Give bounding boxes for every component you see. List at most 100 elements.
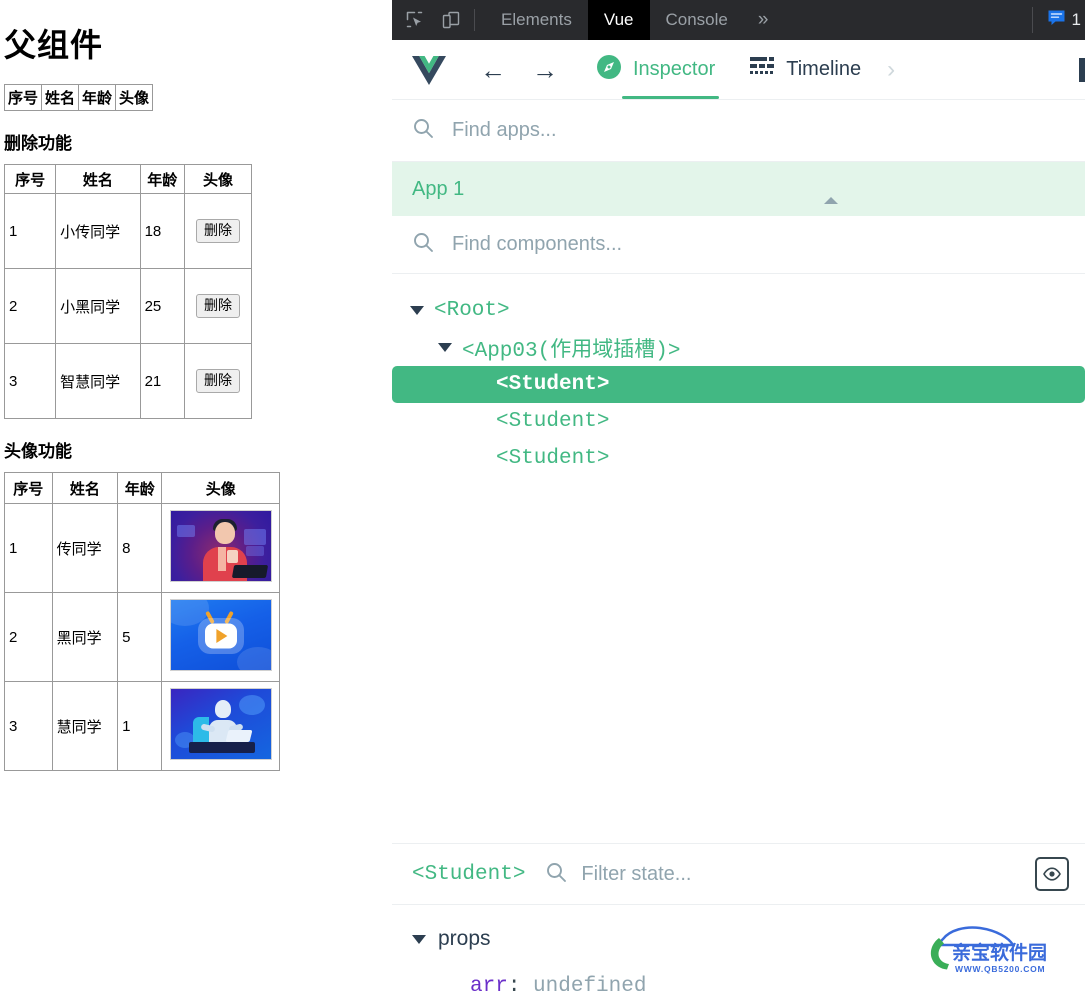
- web-page-pane: 父组件 序号 姓名 年龄 头像 删除功能 序号 姓名 年龄 头像 1 小传同学 …: [0, 0, 392, 998]
- delete-feature-table: 序号 姓名 年龄 头像 1 小传同学 18 删除 2 小黑同学 25 删除 3 …: [3, 164, 253, 419]
- delete-section-heading: 删除功能: [4, 134, 72, 153]
- avatar-feature-table: 序号 姓名 年龄 头像 1 传同学 8 2 黑同学 5 3 慧同学 1: [4, 472, 280, 771]
- avatar-image-robot-laptop: [169, 688, 272, 760]
- vue-devtools-panel: ← → Inspector Timeline › Find apps... Ap…: [392, 40, 1085, 998]
- chevron-up-icon[interactable]: [824, 197, 838, 204]
- component-search-row: [392, 216, 1085, 274]
- tab-timeline-label: Timeline: [786, 58, 862, 80]
- filter-state-input[interactable]: [579, 861, 884, 887]
- tab-vue[interactable]: Vue: [587, 0, 650, 40]
- cell-name: 黑同学: [51, 592, 119, 682]
- cell-index: 1: [4, 503, 53, 593]
- vue-tab-list: Inspector Timeline: [596, 41, 861, 99]
- caret-down-icon[interactable]: [412, 934, 426, 944]
- cell-age: 21: [139, 343, 185, 419]
- cell-age: 5: [117, 592, 163, 682]
- cell-avatar: [161, 592, 280, 682]
- tree-node-app03[interactable]: <App03(作用域插槽)>: [392, 329, 1085, 366]
- column-header-avatar: 头像: [161, 472, 280, 504]
- toolbar-edge-marker: [1079, 58, 1085, 82]
- cell-age: 1: [117, 681, 163, 771]
- screenshot-root: 父组件 序号 姓名 年龄 头像 删除功能 序号 姓名 年龄 头像 1 小传同学 …: [0, 0, 1085, 998]
- tab-timeline[interactable]: Timeline: [749, 41, 861, 99]
- tree-node-label: <App03(作用域插槽)>: [462, 339, 681, 363]
- tree-node-student[interactable]: <Student>: [392, 403, 1085, 440]
- message-count: 1: [1071, 10, 1081, 29]
- tab-console[interactable]: Console: [650, 0, 744, 40]
- cell-avatar: [161, 503, 280, 593]
- message-icon: [1047, 8, 1066, 32]
- vue-logo: [410, 54, 448, 86]
- selected-app-label: App 1: [412, 177, 465, 200]
- message-indicator[interactable]: 1: [1031, 7, 1081, 33]
- component-search-input[interactable]: [450, 232, 993, 257]
- column-header-age: 年龄: [139, 164, 185, 194]
- table-row: 2 黑同学 5: [4, 592, 280, 682]
- page-title: 父组件: [4, 27, 104, 63]
- column-header-name: 姓名: [55, 164, 141, 194]
- delete-button[interactable]: 删除: [195, 219, 240, 243]
- column-header-name: 姓名: [51, 472, 119, 504]
- cell-avatar: [161, 681, 280, 771]
- cell-name: 小传同学: [55, 193, 141, 269]
- column-header-avatar: 头像: [115, 84, 154, 111]
- devtools-tool-icons: [392, 0, 470, 40]
- delete-button[interactable]: 删除: [195, 369, 240, 393]
- devtools-topbar: Elements Vue Console » 1: [392, 0, 1085, 40]
- tree-node-student-selected[interactable]: <Student>: [392, 366, 1085, 403]
- eye-icon[interactable]: [1035, 857, 1069, 891]
- caret-down-icon[interactable]: [438, 343, 452, 352]
- delete-button[interactable]: 删除: [195, 294, 240, 318]
- component-tree: <Root> <App03(作用域插槽)> <Student> <Student…: [392, 274, 1085, 843]
- device-toolbar-icon[interactable]: [438, 7, 464, 33]
- tab-inspector-label: Inspector: [633, 58, 716, 80]
- cell-name: 小黑同学: [55, 268, 141, 344]
- state-group-props[interactable]: props: [412, 927, 1085, 951]
- avatar-image-person-red-shirt: [169, 510, 272, 582]
- tab-inspector[interactable]: Inspector: [596, 41, 720, 99]
- more-tabs-icon[interactable]: »: [744, 0, 783, 40]
- state-component-name: <Student>: [412, 862, 526, 886]
- tree-node-label: <Student>: [496, 410, 610, 433]
- cell-index: 2: [3, 268, 57, 344]
- search-icon: [412, 231, 434, 258]
- back-arrow-icon[interactable]: ←: [480, 57, 506, 83]
- cell-action: 删除: [183, 343, 253, 419]
- app-search-input[interactable]: [450, 118, 993, 143]
- avatar-image-tv-play-logo: [169, 599, 272, 671]
- state-group-label: props: [438, 927, 491, 950]
- state-entry-separator: :: [507, 975, 521, 998]
- header-only-table: 序号 姓名 年龄 头像: [3, 84, 154, 111]
- forward-arrow-icon[interactable]: →: [532, 57, 558, 83]
- state-panel-header: <Student>: [392, 843, 1085, 905]
- selected-app-row[interactable]: App 1: [392, 162, 1085, 216]
- cell-name: 智慧同学: [55, 343, 141, 419]
- tree-node-root[interactable]: <Root>: [392, 292, 1085, 329]
- avatar-section-heading: 头像功能: [4, 442, 72, 461]
- vue-toolbar: ← → Inspector Timeline ›: [392, 40, 1085, 100]
- tab-elements[interactable]: Elements: [485, 0, 588, 40]
- inspect-element-icon[interactable]: [402, 7, 428, 33]
- table-header-row: 序号 姓名 年龄 头像: [3, 164, 253, 194]
- devtools-topbar-right: 1: [1031, 0, 1085, 40]
- table-row: 1 传同学 8: [4, 503, 280, 593]
- column-header-index: 序号: [4, 472, 53, 504]
- column-header-index: 序号: [3, 84, 43, 111]
- cell-age: 25: [139, 268, 185, 344]
- column-header-name: 姓名: [41, 84, 80, 111]
- tree-node-label: <Root>: [434, 299, 510, 322]
- cell-action: 删除: [183, 268, 253, 344]
- table-row: 3 慧同学 1: [4, 681, 280, 771]
- column-header-age: 年龄: [117, 472, 163, 504]
- caret-down-icon[interactable]: [410, 306, 424, 315]
- state-entry-value: undefined: [533, 975, 647, 998]
- timeline-icon: [749, 56, 775, 83]
- cell-index: 3: [4, 681, 53, 771]
- tree-node-label: <Student>: [496, 373, 610, 396]
- cell-name: 慧同学: [51, 681, 119, 771]
- table-header-row: 序号 姓名 年龄 头像: [4, 472, 280, 504]
- compass-icon: [596, 54, 622, 85]
- tree-node-label: <Student>: [496, 447, 610, 470]
- chevron-right-icon[interactable]: ›: [887, 56, 895, 84]
- tree-node-student[interactable]: <Student>: [392, 440, 1085, 477]
